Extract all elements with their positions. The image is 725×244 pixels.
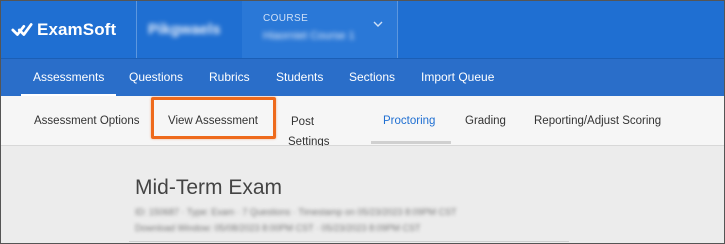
tab-post-settings-line1[interactable]: Post — [291, 116, 314, 128]
nav-students[interactable]: Students — [276, 59, 323, 97]
examsoft-logo[interactable]: ExamSoft — [11, 17, 116, 43]
tab-assessment-options[interactable]: Assessment Options — [34, 115, 139, 127]
tab-proctoring[interactable]: Proctoring — [383, 115, 435, 127]
course-label: COURSE — [263, 13, 309, 24]
main-content: Mid-Term Exam ID: 150687 · Type: Exam · … — [1, 146, 724, 243]
content-divider — [129, 241, 569, 242]
assessment-download-window: Download Window: 05/08/2023 8:00PM CST ·… — [135, 223, 421, 233]
brand-name: ExamSoft — [37, 20, 117, 39]
organization-name: Pikgwaels — [148, 21, 221, 38]
examsoft-checkmark-icon — [11, 23, 33, 36]
active-tab-indicator — [371, 141, 451, 144]
nav-questions[interactable]: Questions — [129, 59, 183, 97]
nav-import-queue[interactable]: Import Queue — [421, 59, 494, 97]
view-assessment-highlight — [151, 97, 276, 139]
sub-navigation: Assessment Options View Assessment Post … — [1, 96, 724, 148]
assessment-metadata: ID: 150687 · Type: Exam · 7 Questions · … — [135, 207, 457, 217]
header-divider — [397, 1, 398, 58]
tab-grading[interactable]: Grading — [465, 115, 506, 127]
chevron-down-icon — [373, 21, 383, 27]
nav-sections[interactable]: Sections — [349, 59, 395, 97]
tab-reporting-adjust-scoring[interactable]: Reporting/Adjust Scoring — [534, 115, 661, 127]
main-navigation: Assessments Questions Rubrics Students S… — [1, 58, 724, 97]
nav-rubrics[interactable]: Rubrics — [209, 59, 250, 97]
course-selector[interactable]: COURSE Hiaorniet Course 1 — [242, 1, 397, 58]
page-title: Mid-Term Exam — [135, 176, 283, 199]
app-frame: ExamSoft Pikgwaels COURSE Hiaorniet Cour… — [0, 0, 725, 244]
nav-assessments[interactable]: Assessments — [21, 59, 117, 97]
course-value: Hiaorniet Course 1 — [263, 30, 355, 42]
header-divider — [136, 1, 137, 58]
top-header: ExamSoft Pikgwaels COURSE Hiaorniet Cour… — [1, 1, 724, 58]
